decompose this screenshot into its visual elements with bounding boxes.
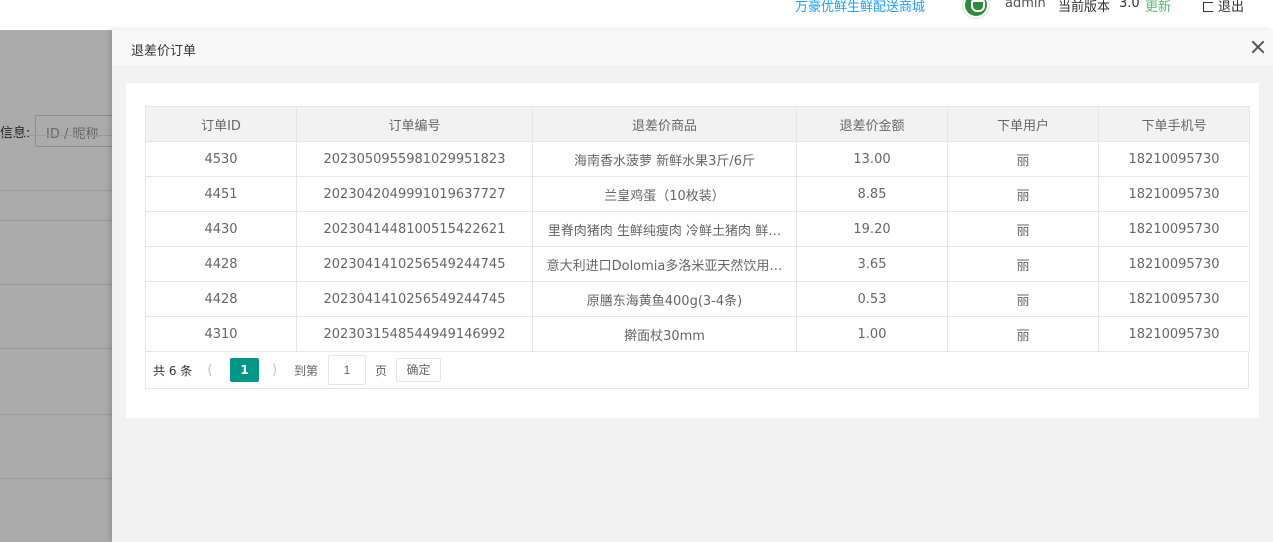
cell-amount: 8.85	[796, 176, 948, 212]
column-header-user[interactable]: 下单用户	[947, 106, 1099, 142]
prev-page-icon[interactable]: ⟨	[207, 362, 212, 378]
cell-user: 丽	[947, 316, 1099, 352]
cell-phone: 18210095730	[1098, 281, 1250, 317]
cell-amount: 13.00	[796, 141, 948, 177]
cell-phone: 18210095730	[1098, 176, 1250, 212]
cell-order-id: 4428	[145, 281, 297, 317]
shop-link[interactable]: 万豪优鲜生鲜配送商城	[795, 0, 925, 15]
cell-amount: 0.53	[796, 281, 948, 317]
cell-user: 丽	[947, 176, 1099, 212]
cell-user: 丽	[947, 246, 1099, 282]
cell-order-id: 4451	[145, 176, 297, 212]
logout-button[interactable]: 退出	[1203, 0, 1244, 15]
cell-product: 里脊肉猪肉 生鲜纯瘦肉 冷鲜土猪肉 鲜…	[532, 211, 797, 247]
modal-title: 退差价订单	[131, 44, 197, 59]
cell-amount: 19.20	[796, 211, 948, 247]
confirm-button[interactable]: 确定	[396, 358, 441, 382]
cell-order-no: 2023042049991019637727	[296, 176, 533, 212]
refund-diff-modal: 退差价订单 订单ID 订单编号 退差价商品 退差价金额 下单用户 下单手机号 4…	[112, 30, 1273, 542]
pagination: 共 6 条 ⟨ 1 ⟩ 到第 页 确定	[145, 351, 1249, 389]
column-header-phone[interactable]: 下单手机号	[1098, 106, 1250, 142]
version-label: 当前版本	[1058, 0, 1111, 15]
version-number: 3.0	[1119, 0, 1140, 11]
cell-user: 丽	[947, 211, 1099, 247]
cell-user: 丽	[947, 141, 1099, 177]
avatar[interactable]	[963, 0, 989, 18]
table-row[interactable]: 4310 2023031548544949146992 擀面杖30mm 1.00…	[145, 316, 1250, 352]
cell-amount: 3.65	[796, 246, 948, 282]
cell-product: 兰皇鸡蛋（10枚装）	[532, 176, 797, 212]
cell-product: 原膳东海黄鱼400g(3-4条)	[532, 281, 797, 317]
table-row[interactable]: 4451 2023042049991019637727 兰皇鸡蛋（10枚装） 8…	[145, 176, 1250, 212]
goto-label: 到第	[294, 364, 319, 378]
cell-order-id: 4430	[145, 211, 297, 247]
table-row[interactable]: 4430 2023041448100515422621 里脊肉猪肉 生鲜纯瘦肉 …	[145, 211, 1250, 247]
table-row[interactable]: 4428 2023041410256549244745 意大利进口Dolomia…	[145, 246, 1250, 282]
cell-order-no: 2023050955981029951823	[296, 141, 533, 177]
cell-amount: 1.00	[796, 316, 948, 352]
column-header-product[interactable]: 退差价商品	[532, 106, 797, 142]
user-name[interactable]: admin	[1005, 0, 1046, 11]
column-header-order-id[interactable]: 订单ID	[145, 106, 297, 142]
cell-order-id: 4530	[145, 141, 297, 177]
page-unit-label: 页	[375, 364, 388, 378]
total-count: 共 6 条	[153, 364, 193, 378]
column-header-amount[interactable]: 退差价金额	[796, 106, 948, 142]
table-header-row: 订单ID 订单编号 退差价商品 退差价金额 下单用户 下单手机号	[145, 106, 1250, 142]
modal-overlay[interactable]	[0, 30, 112, 542]
table-row[interactable]: 4428 2023041410256549244745 原膳东海黄鱼400g(3…	[145, 281, 1250, 317]
cell-phone: 18210095730	[1098, 246, 1250, 282]
logout-icon	[1203, 2, 1213, 12]
content-card: 订单ID 订单编号 退差价商品 退差价金额 下单用户 下单手机号 4530 20…	[126, 83, 1259, 418]
page-jump-input[interactable]	[328, 355, 366, 385]
table-row[interactable]: 4530 2023050955981029951823 海南香水菠萝 新鲜水果3…	[145, 141, 1250, 177]
cell-order-no: 2023041410256549244745	[296, 246, 533, 282]
modal-header: 退差价订单	[112, 30, 1273, 67]
column-header-order-no[interactable]: 订单编号	[296, 106, 533, 142]
cell-order-id: 4428	[145, 246, 297, 282]
cell-phone: 18210095730	[1098, 141, 1250, 177]
cell-order-no: 2023041410256549244745	[296, 281, 533, 317]
next-page-icon[interactable]: ⟩	[272, 362, 277, 378]
close-icon[interactable]	[1250, 39, 1266, 55]
orders-table: 订单ID 订单编号 退差价商品 退差价金额 下单用户 下单手机号 4530 20…	[145, 106, 1250, 352]
update-link[interactable]: 更新	[1145, 0, 1171, 15]
cell-order-no: 2023041448100515422621	[296, 211, 533, 247]
logout-label: 退出	[1218, 0, 1245, 15]
cell-product: 海南香水菠萝 新鲜水果3斤/6斤	[532, 141, 797, 177]
page-button-current[interactable]: 1	[230, 358, 259, 382]
cell-user: 丽	[947, 281, 1099, 317]
cell-product: 擀面杖30mm	[532, 316, 797, 352]
cell-product: 意大利进口Dolomia多洛米亚天然饮用…	[532, 246, 797, 282]
cell-phone: 18210095730	[1098, 211, 1250, 247]
top-header: 万豪优鲜生鲜配送商城 admin 当前版本 3.0 更新 退出	[0, 0, 1273, 30]
cell-order-no: 2023031548544949146992	[296, 316, 533, 352]
cell-order-id: 4310	[145, 316, 297, 352]
cell-phone: 18210095730	[1098, 316, 1250, 352]
